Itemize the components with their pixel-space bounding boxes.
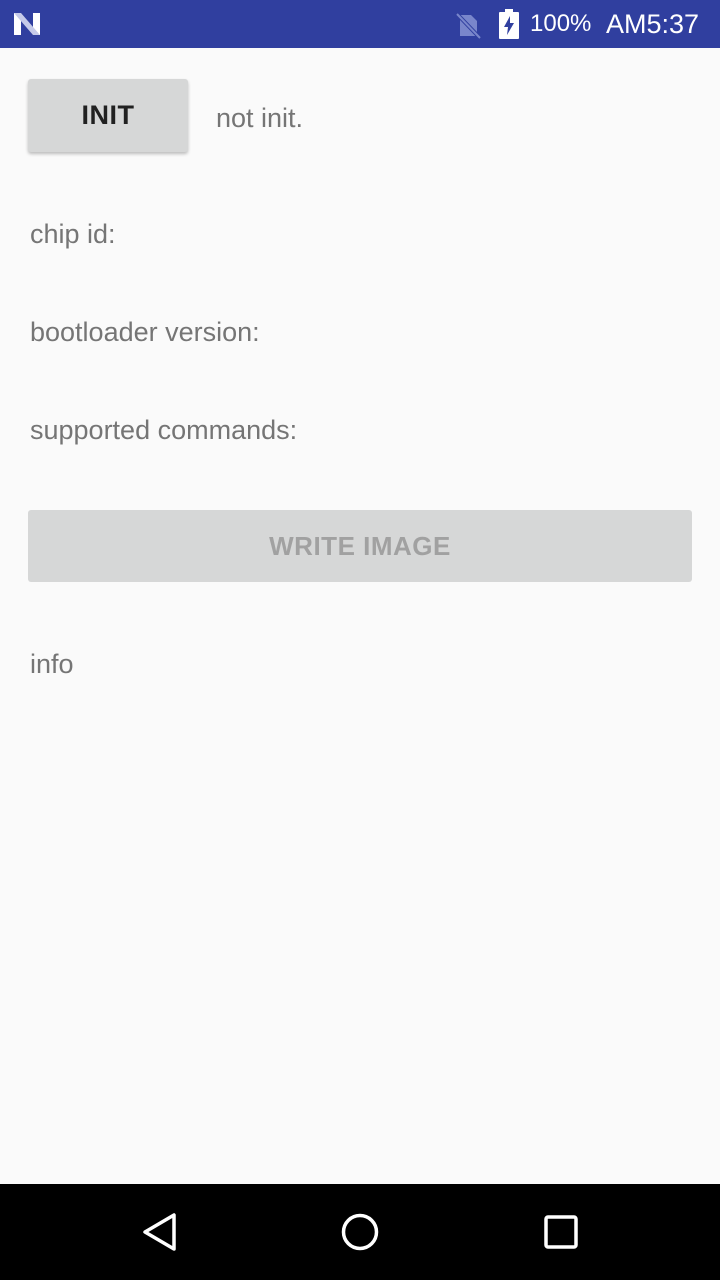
android-n-icon (14, 13, 40, 35)
init-button[interactable]: INIT (28, 79, 188, 152)
info-text: info (30, 649, 74, 679)
battery-percent: 100% (530, 10, 592, 37)
supported-commands-label: supported commands: (30, 415, 298, 445)
battery-charging-icon (499, 9, 519, 39)
chip-id-label: chip id: (30, 219, 116, 249)
clock: AM5:37 (606, 9, 700, 39)
back-icon[interactable] (140, 1212, 180, 1252)
bootloader-version-label: bootloader version: (30, 317, 260, 347)
init-status-text: not init. (216, 103, 304, 133)
main-content: INIT not init. chip id: bootloader versi… (0, 48, 720, 1184)
navigation-bar (0, 1184, 720, 1280)
write-image-button[interactable]: WRITE IMAGE (28, 510, 692, 582)
status-bar: 100% AM5:37 (0, 0, 720, 48)
recents-icon[interactable] (541, 1212, 581, 1252)
home-icon[interactable] (340, 1212, 380, 1252)
no-sim-icon (455, 12, 482, 39)
